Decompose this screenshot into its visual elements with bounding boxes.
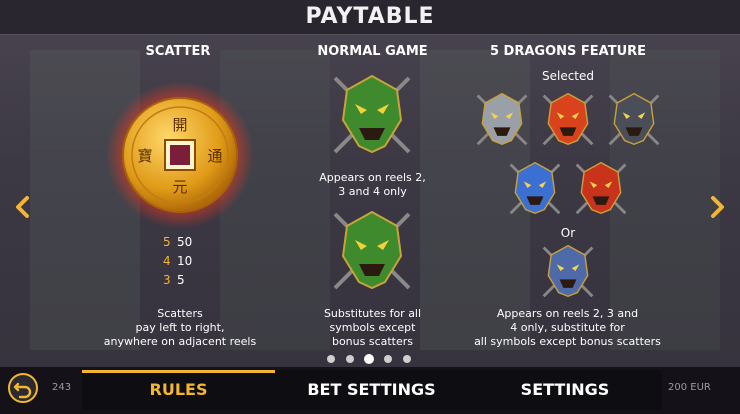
dark-blue-dragon-icon <box>542 244 594 298</box>
scatter-description: Scatters pay left to right, anywhere on … <box>90 307 270 349</box>
green-dragon-wild-icon <box>333 74 411 154</box>
dragons-description: Appears on reels 2, 3 and 4 only, substi… <box>465 307 670 349</box>
red-dragon-icon <box>542 92 594 146</box>
dragons-feature-heading: 5 DRAGONS FEATURE <box>489 44 647 59</box>
desc-line: pay left to right, <box>135 321 225 334</box>
desc-line: 4 only, substitute for <box>510 321 625 334</box>
page-dot[interactable] <box>346 355 354 363</box>
scatter-heading: SCATTER <box>145 44 211 59</box>
payout-row: 4 10 <box>163 252 223 271</box>
coin-char-left: 寶 <box>137 147 152 165</box>
page-indicator <box>327 355 417 365</box>
blue-dragon-icon <box>509 161 561 215</box>
scatter-payout-list: 5 50 4 10 35 <box>163 233 223 290</box>
back-button[interactable] <box>8 373 38 403</box>
undo-arrow-icon <box>13 382 32 399</box>
side-value-left: 243 <box>52 382 72 393</box>
payout-count: 4 <box>163 254 171 268</box>
chevron-right-icon <box>711 196 724 218</box>
payout-value: 10 <box>177 254 193 268</box>
desc-line: anywhere on adjacent reels <box>103 335 257 348</box>
scatter-coin-icon: 開 寶 通 元 <box>106 81 254 229</box>
normal-game-heading: NORMAL GAME <box>317 44 428 59</box>
desc-line: Scatters <box>157 307 203 320</box>
payout-count: 3 <box>163 273 171 287</box>
tab-bet-settings[interactable]: BET SETTINGS <box>275 370 468 410</box>
payout-row: 35 <box>163 271 223 290</box>
desc-line: 3 and 4 only <box>338 185 407 198</box>
tab-rules[interactable]: RULES <box>82 370 275 410</box>
desc-line: all symbols except bonus scatters <box>474 335 661 348</box>
tab-bar: RULES BET SETTINGS SETTINGS <box>82 370 662 410</box>
next-page-arrow[interactable] <box>706 190 730 224</box>
tab-settings[interactable]: SETTINGS <box>468 370 662 410</box>
payout-count: 5 <box>163 235 171 249</box>
payout-row: 5 50 <box>163 233 223 252</box>
payout-value: 50 <box>177 235 193 249</box>
page-dot[interactable] <box>365 355 373 363</box>
normal-desc-2: Substitutes for all symbols except bonus… <box>300 307 445 349</box>
previous-page-arrow[interactable] <box>10 190 34 224</box>
orange-dragon-icon <box>575 161 627 215</box>
black-dragon-icon <box>608 92 660 146</box>
desc-line: Appears on reels 2, <box>319 171 426 184</box>
green-dragon-wild-icon-2 <box>333 210 411 290</box>
page-dot[interactable] <box>327 355 335 363</box>
desc-line: Appears on reels 2, 3 and <box>496 307 639 320</box>
desc-line: bonus scatters <box>331 335 414 348</box>
or-label: Or <box>560 226 576 240</box>
coin-char-bottom: 元 <box>172 178 187 196</box>
normal-desc-1: Appears on reels 2, 3 and 4 only <box>300 171 445 199</box>
desc-line: symbols except <box>329 321 416 334</box>
page-title: PAYTABLE <box>305 4 435 29</box>
page-dot[interactable] <box>384 355 392 363</box>
payout-value: 5 <box>177 273 185 287</box>
side-value-right: 200 EUR <box>668 382 711 393</box>
chevron-left-icon <box>16 196 29 218</box>
coin-char-top: 開 <box>172 116 187 134</box>
page-dot[interactable] <box>403 355 411 363</box>
selected-label: Selected <box>541 69 595 83</box>
desc-line: Substitutes for all <box>323 307 422 320</box>
silver-dragon-icon <box>476 92 528 146</box>
coin-char-right: 通 <box>207 147 222 165</box>
